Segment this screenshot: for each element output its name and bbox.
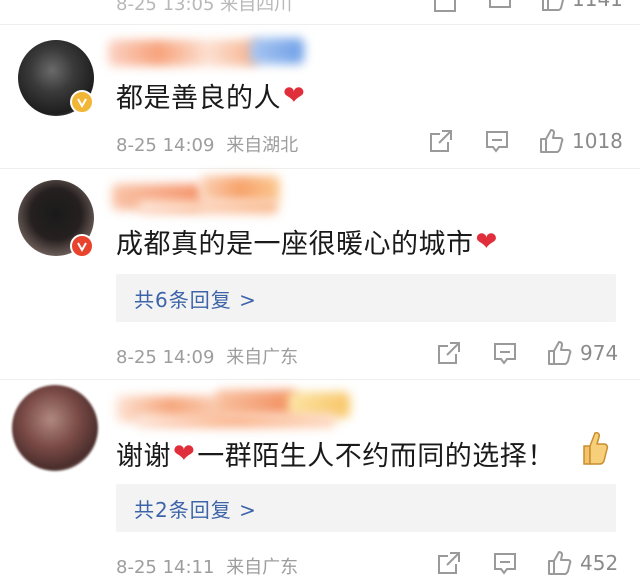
heart-icon: ❤ (173, 438, 196, 469)
comment-3-time: 8-25 14:11 (116, 557, 215, 578)
comment-1-username[interactable] (108, 36, 304, 66)
comment-1-like-button[interactable]: 1018 (538, 127, 623, 155)
divider (0, 379, 640, 380)
avatar (12, 385, 98, 471)
comment-1-like-count: 1018 (572, 129, 623, 153)
comment-3-like-count: 452 (580, 551, 619, 575)
comment-1-share-button[interactable] (428, 128, 454, 154)
comment-3-replies-link[interactable]: 共2条回复 > (116, 484, 616, 532)
comment-2-meta: 8-25 14:09 来自广东 (116, 343, 298, 369)
prev-comment-meta: 8-25 13:05 来自四川 (116, 0, 293, 15)
comment-2-comment-button[interactable] (492, 341, 518, 367)
comment-2-avatar[interactable] (18, 180, 94, 258)
comment-1-text: 都是善良的人 ❤ (116, 80, 306, 115)
comment-3-text: 谢谢 ❤ 一群陌生人不约而同的选择！ (116, 438, 555, 473)
divider (0, 24, 640, 25)
like-icon (540, 129, 564, 153)
comment-2-username[interactable] (108, 176, 288, 216)
like-icon (548, 551, 572, 575)
comment-2-like-count: 974 (580, 341, 619, 365)
comment-3-like-button[interactable]: 452 (546, 549, 618, 577)
comment-2-share-button[interactable] (436, 340, 462, 366)
heart-icon: ❤ (283, 80, 306, 111)
comment-1-avatar[interactable] (18, 40, 94, 116)
comment-2-like-button[interactable]: 974 (546, 339, 618, 367)
comment-3-comment-button[interactable] (492, 551, 518, 577)
comment-1-meta: 8-25 14:09 来自湖北 (116, 131, 298, 157)
comment-icon (494, 553, 516, 575)
comment-1-comment-button[interactable] (484, 129, 510, 155)
comment-3-location: 来自广东 (226, 557, 299, 578)
prev-like-count: 1141 (572, 0, 623, 11)
verified-badge-icon (70, 234, 94, 258)
thumbs-up-emoji (578, 428, 610, 472)
share-icon (438, 342, 460, 364)
comment-1-time: 8-25 14:09 (116, 135, 215, 156)
comment-1-location: 来自湖北 (226, 135, 299, 156)
comment-icon (494, 343, 516, 365)
like-icon (548, 341, 572, 365)
prev-like-button[interactable]: 1141 (540, 0, 623, 12)
comment-2-text: 成都真的是一座很暖心的城市 ❤ (116, 226, 498, 261)
heart-icon: ❤ (475, 226, 498, 257)
comment-icon (489, 0, 511, 8)
comment-2-replies-link[interactable]: 共6条回复 > (116, 274, 616, 322)
comment-2-time: 8-25 14:09 (116, 347, 215, 368)
comment-2-location: 来自广东 (226, 347, 299, 368)
share-icon (434, 0, 456, 12)
comment-3-meta: 8-25 14:11 来自广东 (116, 553, 298, 579)
prev-share-button[interactable] (432, 0, 458, 14)
verified-badge-icon (70, 90, 94, 114)
share-icon (430, 130, 452, 152)
divider (0, 168, 640, 169)
comment-icon (486, 131, 508, 153)
comment-3-username[interactable] (116, 388, 356, 432)
comment-3-share-button[interactable] (436, 550, 462, 576)
like-icon (542, 0, 565, 11)
prev-comment-button[interactable] (487, 0, 513, 14)
share-icon (438, 552, 460, 574)
comment-3-avatar[interactable] (12, 385, 98, 471)
